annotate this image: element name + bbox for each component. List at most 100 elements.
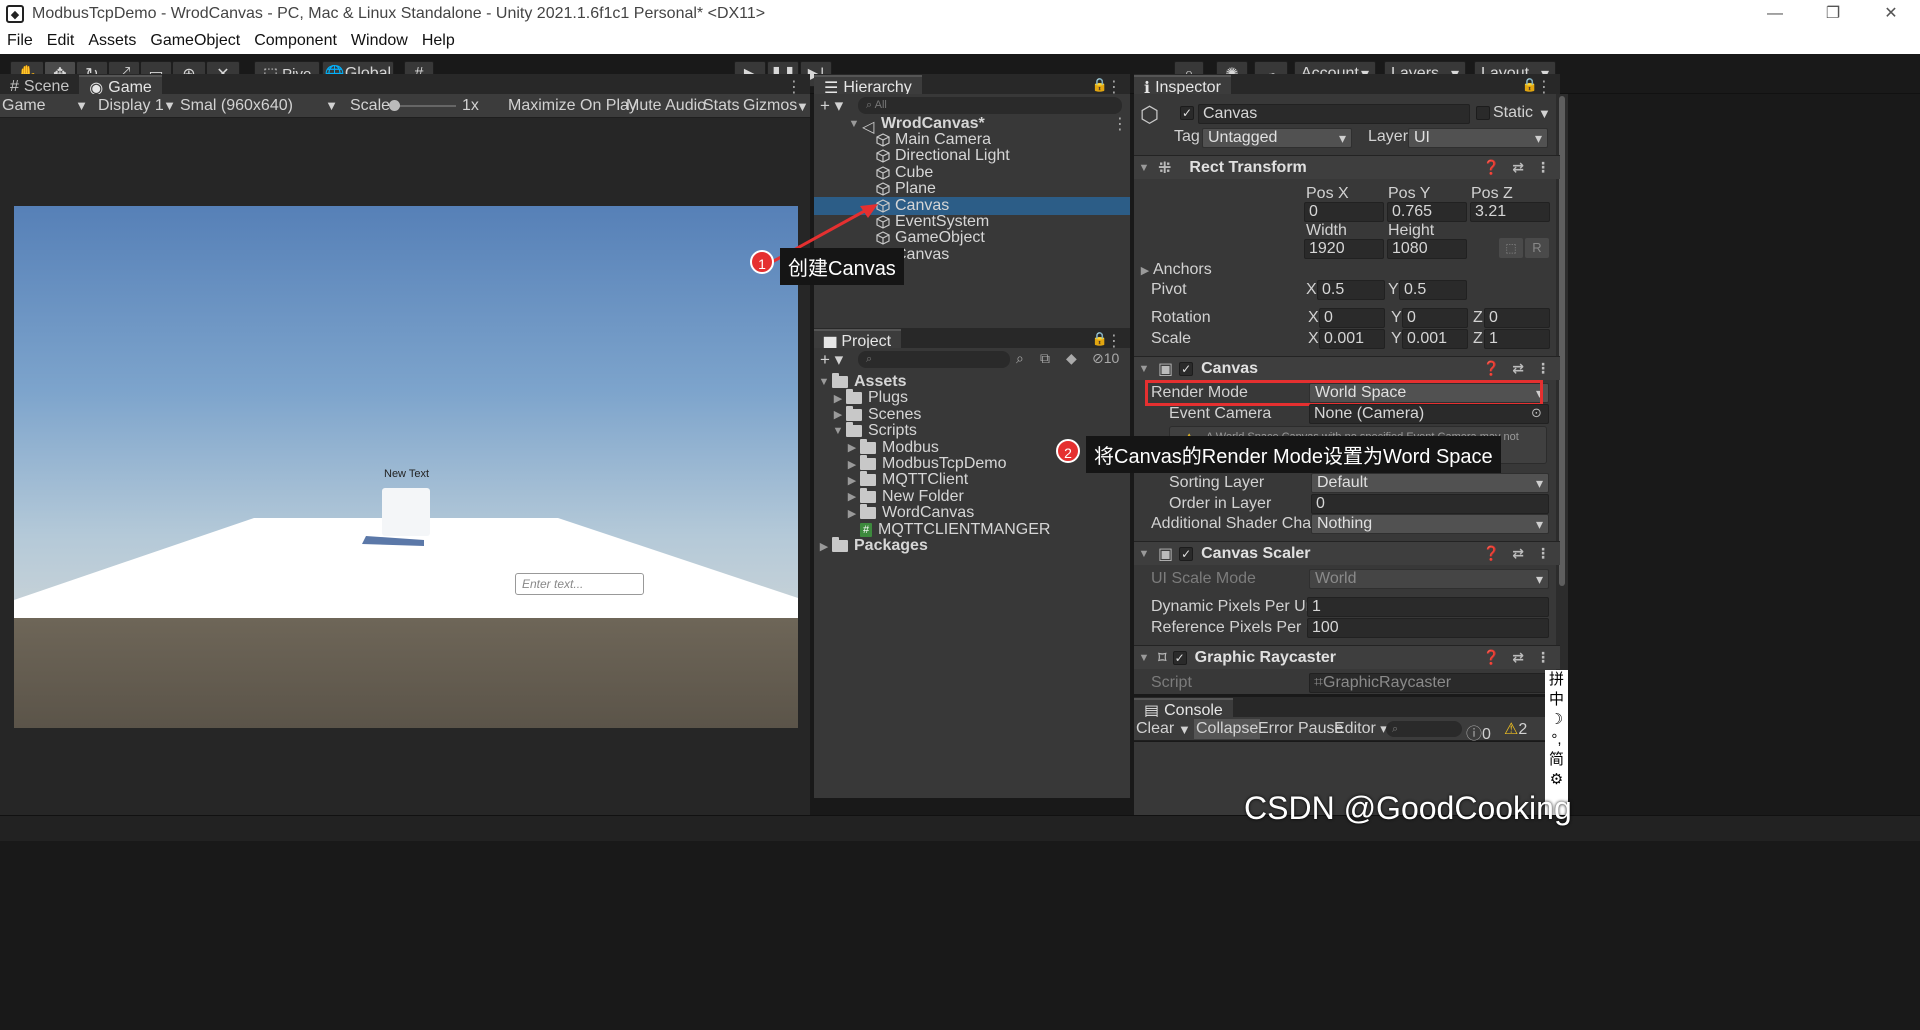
inspector-scrollbar[interactable] — [1556, 94, 1568, 694]
menu-help[interactable]: Help — [415, 32, 462, 50]
clear-button[interactable]: Clear — [1136, 720, 1174, 738]
object-name-field[interactable]: Canvas — [1198, 104, 1470, 124]
anchors-foldout[interactable]: ▶ Anchors — [1139, 261, 1212, 279]
pivot-y-field[interactable]: 0.5 — [1399, 280, 1467, 300]
preset-icon[interactable]: ⇄ — [1512, 545, 1524, 562]
help-icon[interactable]: ❓ — [1483, 649, 1500, 666]
scene-menu-icon[interactable]: ⋮ — [1112, 114, 1128, 134]
console-search-input[interactable]: ⌕ — [1386, 721, 1462, 737]
blueprint-mode-icon[interactable]: ⬚ — [1499, 238, 1523, 258]
project-item-packages[interactable]: ▶ Packages — [818, 536, 928, 556]
help-icon[interactable]: ❓ — [1483, 360, 1500, 377]
height-field[interactable]: 1080 — [1387, 239, 1467, 259]
display-dropdown[interactable]: Display 1 ▼ — [98, 96, 178, 116]
close-icon[interactable]: ✕ — [1862, 0, 1920, 28]
rot-z-field[interactable]: 0 — [1484, 308, 1550, 328]
width-field[interactable]: 1920 — [1304, 239, 1384, 259]
static-dropdown-icon[interactable]: ▼ — [1538, 106, 1551, 121]
graphic-raycaster-header[interactable]: ▼ ⌑ ✓ Graphic Raycaster ❓ ⇄ ⋮ — [1134, 645, 1560, 669]
hidden-packages-icon[interactable]: ⊘10 — [1092, 350, 1119, 367]
collapse-arrow-icon[interactable]: ▶ — [846, 458, 858, 471]
canvas-enabled-checkbox[interactable]: ✓ — [1179, 361, 1194, 376]
filter-icon[interactable]: ⧉ — [1040, 350, 1050, 367]
active-checkbox[interactable]: ✓ — [1180, 106, 1194, 120]
menu-assets[interactable]: Assets — [81, 32, 143, 50]
gizmos-button[interactable]: Gizmos — [743, 97, 797, 115]
collapse-arrow-icon[interactable]: ▶ — [832, 392, 844, 405]
object-picker-icon[interactable]: ⊙ — [1531, 405, 1542, 421]
canvas-scaler-header[interactable]: ▼ ▣ ✓ Canvas Scaler ❓ ⇄ ⋮ — [1134, 541, 1560, 565]
help-icon[interactable]: ❓ — [1483, 159, 1500, 176]
more-icon[interactable]: ⋮ — [1536, 159, 1550, 176]
rot-y-field[interactable]: 0 — [1402, 308, 1468, 328]
collapse-arrow-icon[interactable]: ▶ — [846, 507, 858, 520]
reference-pixels-field[interactable]: 100 — [1307, 618, 1549, 638]
ui-input-field[interactable]: Enter text... — [515, 573, 644, 595]
stats-button[interactable]: Stats — [703, 97, 739, 115]
rot-x-field[interactable]: 0 — [1319, 308, 1385, 328]
pos-y-field[interactable]: 0.765 — [1387, 202, 1467, 222]
ime-pinyin-icon[interactable]: 拼 — [1545, 670, 1568, 690]
resolution-dropdown[interactable]: Smal (960x640) ▼ — [180, 96, 340, 116]
create-icon[interactable]: + ▾ — [820, 350, 843, 370]
menu-component[interactable]: Component — [247, 32, 344, 50]
maximize-on-play-button[interactable]: Maximize On Play — [508, 97, 637, 115]
scale-x-field[interactable]: 0.001 — [1319, 329, 1385, 349]
gizmos-dropdown-icon[interactable]: ▼ — [796, 99, 809, 114]
order-in-layer-field[interactable]: 0 — [1311, 494, 1549, 514]
dynamic-pixels-field[interactable]: 1 — [1307, 597, 1549, 617]
ime-punct-icon[interactable]: °, — [1545, 730, 1568, 750]
more-icon[interactable]: ⋮ — [1536, 649, 1550, 666]
event-camera-field[interactable]: None (Camera) — [1309, 404, 1549, 424]
menu-window[interactable]: Window — [344, 32, 415, 50]
static-checkbox[interactable] — [1476, 106, 1490, 120]
scale-slider[interactable] — [392, 105, 456, 107]
expand-arrow-icon[interactable]: ▼ — [818, 376, 830, 388]
scale-slider-handle[interactable] — [389, 100, 400, 111]
preset-icon[interactable]: ⇄ — [1512, 649, 1524, 666]
preset-icon[interactable]: ⇄ — [1512, 159, 1524, 176]
collapse-arrow-icon[interactable]: ▶ — [818, 540, 830, 553]
more-icon[interactable]: ⋮ — [1536, 545, 1550, 562]
search-by-type-icon[interactable]: ⌕ — [1016, 350, 1024, 367]
sorting-layer-dropdown[interactable]: Default — [1311, 473, 1549, 493]
ime-simplified-icon[interactable]: 简 — [1545, 750, 1568, 770]
scale-y-field[interactable]: 0.001 — [1402, 329, 1468, 349]
editor-dropdown[interactable]: Editor ▾ — [1334, 720, 1387, 738]
rect-transform-header[interactable]: ▼ ⁜ Rect Transform ❓ ⇄ ⋮ — [1134, 155, 1560, 179]
shader-channels-dropdown[interactable]: Nothing — [1311, 514, 1549, 534]
more-icon[interactable]: ⋮ — [1536, 360, 1550, 377]
restore-icon[interactable]: ❐ — [1804, 0, 1862, 28]
raw-edit-button[interactable]: R — [1525, 238, 1549, 258]
menu-gameobject[interactable]: GameObject — [143, 32, 247, 50]
pos-x-field[interactable]: 0 — [1304, 202, 1384, 222]
clear-dropdown-icon[interactable]: ▼ — [1178, 722, 1191, 737]
display-mode-dropdown[interactable]: Game ▼ — [2, 96, 92, 116]
pivot-x-field[interactable]: 0.5 — [1317, 280, 1385, 300]
error-pause-button[interactable]: Error Pause — [1258, 720, 1343, 738]
ime-settings-icon[interactable]: ⚙ — [1545, 770, 1568, 790]
raycaster-enabled-checkbox[interactable]: ✓ — [1172, 650, 1187, 665]
collapse-arrow-icon[interactable]: ▶ — [846, 474, 858, 487]
game-render[interactable]: New Text Enter text... — [14, 206, 798, 728]
error-count[interactable]: ⓘ0 — [1466, 720, 1491, 744]
project-search-input[interactable]: ⌕ — [858, 351, 1010, 368]
scale-z-field[interactable]: 1 — [1484, 329, 1550, 349]
collapse-arrow-icon[interactable]: ▶ — [846, 490, 858, 503]
layer-dropdown[interactable]: UI — [1408, 128, 1548, 148]
ime-chinese-icon[interactable]: 中 — [1545, 690, 1568, 710]
expand-arrow-icon[interactable]: ▼ — [832, 425, 844, 437]
collapse-arrow-icon[interactable]: ▶ — [832, 408, 844, 421]
collapse-arrow-icon[interactable]: ▶ — [846, 441, 858, 454]
tag-dropdown[interactable]: Untagged — [1202, 128, 1352, 148]
label-icon[interactable]: ◆ — [1066, 350, 1077, 367]
pos-z-field[interactable]: 3.21 — [1470, 202, 1550, 222]
menu-file[interactable]: File — [0, 32, 40, 50]
ime-moon-icon[interactable]: ☽ — [1545, 710, 1568, 730]
warning-count[interactable]: ⚠2 — [1504, 719, 1527, 739]
preset-icon[interactable]: ⇄ — [1512, 360, 1524, 377]
mute-audio-button[interactable]: Mute Audio — [626, 97, 706, 115]
minimize-icon[interactable]: — — [1746, 0, 1804, 28]
hierarchy-search-input[interactable]: ⌕ All — [858, 97, 1122, 114]
add-icon[interactable]: + ▾ — [820, 96, 843, 116]
